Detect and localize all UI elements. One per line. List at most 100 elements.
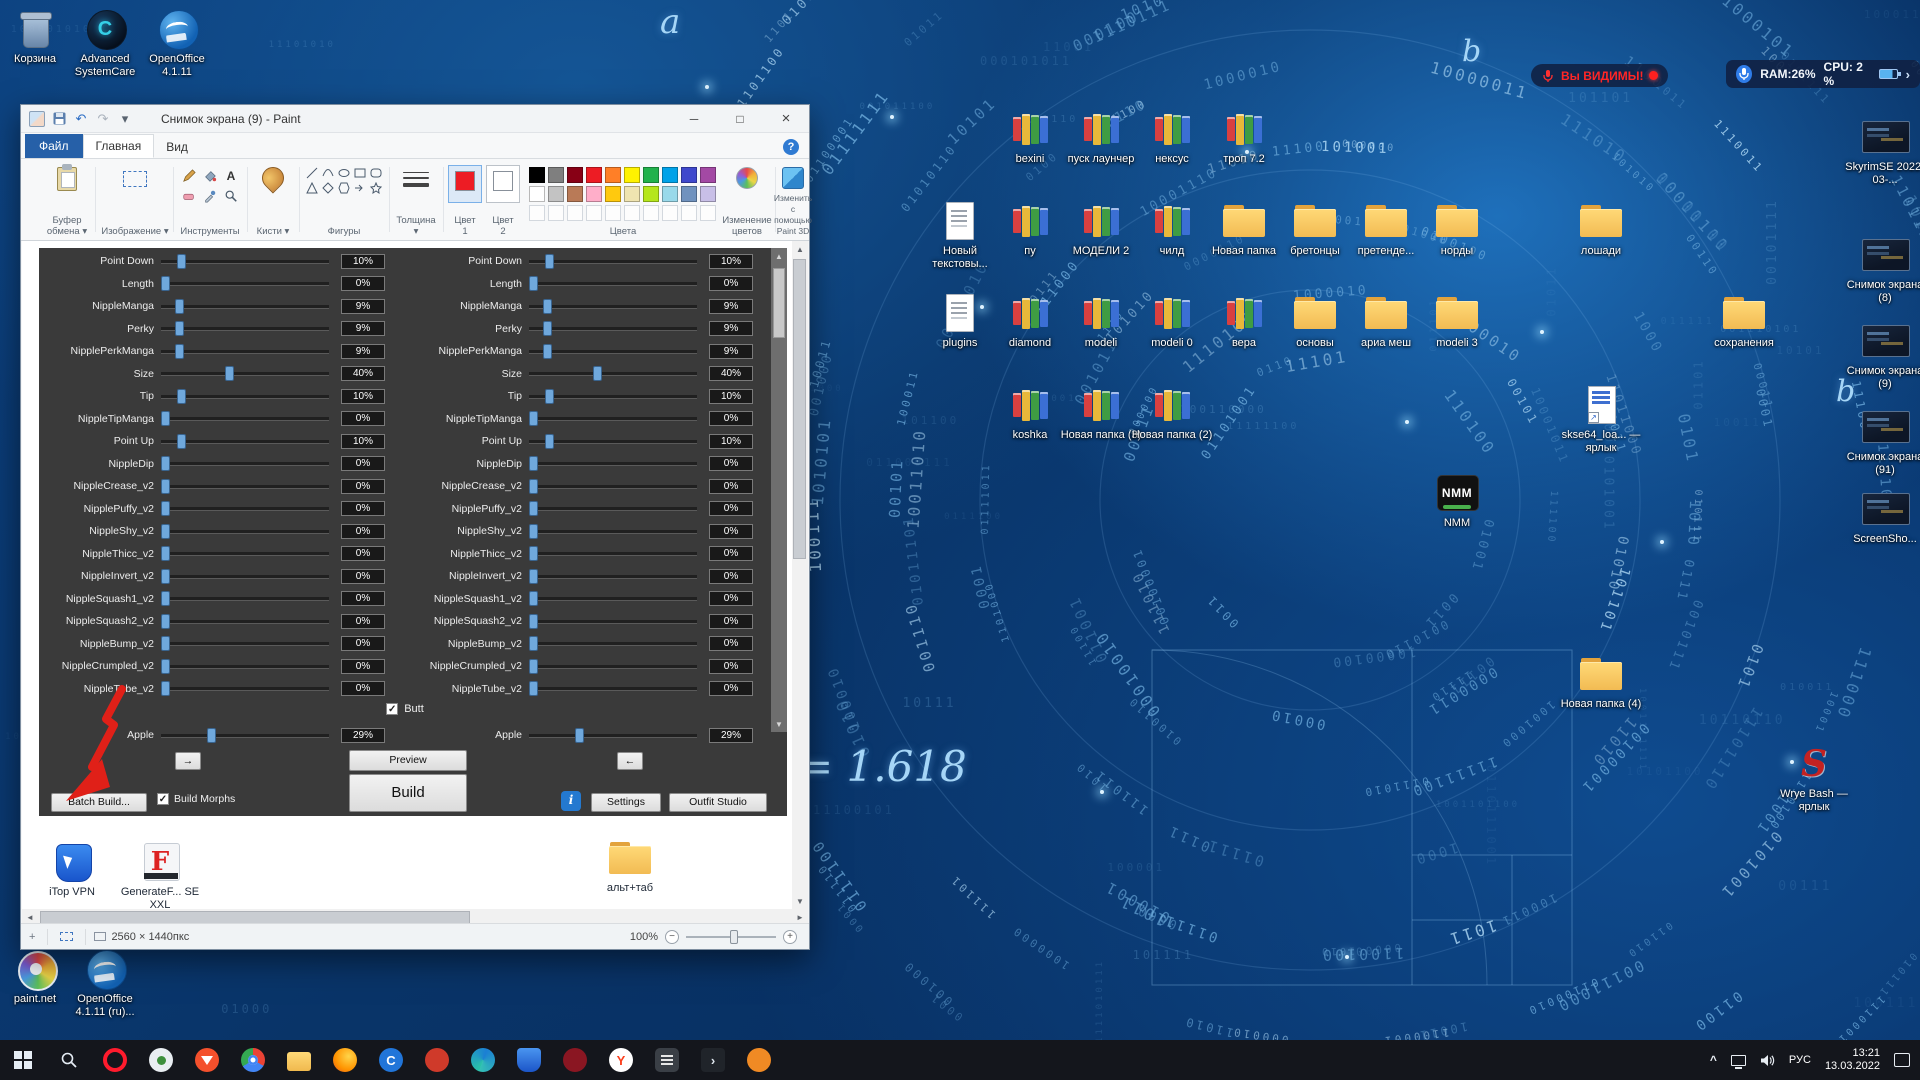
slider-thumb[interactable] bbox=[175, 299, 184, 314]
butt-checkbox[interactable]: ✓ bbox=[386, 703, 398, 715]
paint-canvas[interactable]: Point Down10%Length0%NippleManga9%Perky9… bbox=[22, 241, 794, 909]
shape-icon[interactable] bbox=[369, 181, 384, 195]
settings-button[interactable]: Settings bbox=[591, 793, 661, 812]
slider-thumb[interactable] bbox=[225, 366, 234, 381]
desktop-icon[interactable]: альт+таб bbox=[585, 837, 675, 895]
scroll-down-icon[interactable]: ▼ bbox=[792, 893, 808, 909]
slider-thumb[interactable] bbox=[529, 546, 538, 561]
slider-thumb[interactable] bbox=[161, 591, 170, 606]
palette-swatch[interactable] bbox=[643, 205, 659, 221]
shape-icon[interactable] bbox=[305, 181, 320, 195]
slider-value-field[interactable]: 0% bbox=[709, 681, 753, 696]
slider-thumb[interactable] bbox=[529, 411, 538, 426]
chevron-right-icon[interactable]: › bbox=[1906, 67, 1910, 82]
slider-track[interactable] bbox=[529, 456, 697, 471]
slider-thumb[interactable] bbox=[529, 591, 538, 606]
taskbar-app-app-red[interactable] bbox=[414, 1040, 460, 1080]
text-tool-icon[interactable]: A bbox=[221, 166, 241, 185]
slider-track[interactable] bbox=[161, 614, 329, 629]
language-indicator[interactable]: РУС bbox=[1789, 1054, 1811, 1066]
slider-thumb[interactable] bbox=[545, 434, 554, 449]
shape-icon[interactable] bbox=[353, 181, 368, 195]
scrollbar-thumb[interactable] bbox=[773, 268, 785, 338]
shape-icon[interactable] bbox=[353, 166, 368, 180]
slider-value-field[interactable]: 0% bbox=[341, 591, 385, 606]
bodyslide-scrollbar[interactable]: ▲ ▼ bbox=[771, 248, 787, 732]
slider-thumb[interactable] bbox=[161, 569, 170, 584]
taskbar-app-app-orange[interactable] bbox=[736, 1040, 782, 1080]
slider-track[interactable] bbox=[161, 344, 329, 359]
slider-thumb[interactable] bbox=[177, 389, 186, 404]
slider-thumb[interactable] bbox=[161, 636, 170, 651]
palette-swatch[interactable] bbox=[529, 205, 545, 221]
desktop-icon[interactable]: FGenerateF... SE XXL bbox=[115, 841, 205, 909]
slider-thumb[interactable] bbox=[161, 456, 170, 471]
scroll-down-icon[interactable]: ▼ bbox=[771, 716, 787, 732]
palette-swatch[interactable] bbox=[567, 205, 583, 221]
slider-thumb[interactable] bbox=[575, 728, 584, 743]
desktop-icon[interactable]: Новая папка (2) bbox=[1127, 384, 1217, 442]
edit-colors-group[interactable]: Изменениецветов bbox=[721, 163, 773, 237]
color-picker-icon[interactable] bbox=[200, 186, 220, 205]
slider-track[interactable] bbox=[161, 434, 329, 449]
slider-track[interactable] bbox=[161, 524, 329, 539]
slider-value-field[interactable]: 0% bbox=[709, 546, 753, 561]
slider-track[interactable] bbox=[161, 366, 329, 381]
zoom-slider[interactable] bbox=[686, 936, 776, 938]
taskbar-app-ccleaner[interactable]: C bbox=[368, 1040, 414, 1080]
shape-icon[interactable] bbox=[369, 166, 384, 180]
slider-track[interactable] bbox=[529, 434, 697, 449]
next-preset-button[interactable]: ← bbox=[617, 752, 643, 770]
tab-home[interactable]: Главная bbox=[83, 134, 155, 158]
palette-swatch[interactable] bbox=[548, 167, 564, 183]
maximize-button[interactable]: □ bbox=[717, 105, 763, 132]
slider-value-field[interactable]: 0% bbox=[709, 479, 753, 494]
slider-track[interactable] bbox=[161, 501, 329, 516]
slider-thumb[interactable] bbox=[529, 524, 538, 539]
slider-value-field[interactable]: 10% bbox=[709, 434, 753, 449]
slider-value-field[interactable]: 0% bbox=[341, 659, 385, 674]
slider-value-field[interactable]: 0% bbox=[341, 276, 385, 291]
slider-track[interactable] bbox=[161, 681, 329, 696]
volume-icon[interactable] bbox=[1760, 1054, 1775, 1067]
slider-value-field[interactable]: 0% bbox=[709, 276, 753, 291]
slider-value-field[interactable]: 0% bbox=[341, 479, 385, 494]
scrollbar-thumb[interactable] bbox=[793, 259, 806, 559]
scroll-up-icon[interactable]: ▲ bbox=[771, 248, 787, 264]
slider-thumb[interactable] bbox=[161, 614, 170, 629]
palette-swatch[interactable] bbox=[662, 186, 678, 202]
slider-value-field[interactable]: 0% bbox=[341, 524, 385, 539]
slider-track[interactable] bbox=[529, 254, 697, 269]
slider-track[interactable] bbox=[529, 546, 697, 561]
shapes-group[interactable]: Фигуры bbox=[303, 163, 385, 237]
slider-value-field[interactable]: 0% bbox=[341, 411, 385, 426]
slider-track[interactable] bbox=[529, 389, 697, 404]
palette-swatch[interactable] bbox=[605, 205, 621, 221]
taskbar-app-brave[interactable] bbox=[184, 1040, 230, 1080]
palette-swatch[interactable] bbox=[586, 205, 602, 221]
search-button[interactable] bbox=[46, 1040, 92, 1080]
slider-track[interactable] bbox=[529, 636, 697, 651]
slider-thumb[interactable] bbox=[177, 254, 186, 269]
taskbar-app-yandex[interactable]: Y bbox=[598, 1040, 644, 1080]
slider-thumb[interactable] bbox=[161, 546, 170, 561]
slider-track[interactable] bbox=[529, 321, 697, 336]
slider-thumb[interactable] bbox=[161, 524, 170, 539]
slider-value-field[interactable]: 0% bbox=[709, 411, 753, 426]
slider-value-field[interactable]: 10% bbox=[341, 254, 385, 269]
brushes-group[interactable]: Кисти ▾ bbox=[251, 163, 295, 237]
slider-track[interactable] bbox=[529, 299, 697, 314]
desktop-icon[interactable]: Снимок экрана (91) bbox=[1840, 406, 1920, 477]
slider-value-field[interactable]: 10% bbox=[709, 254, 753, 269]
outfit-studio-button[interactable]: Outfit Studio bbox=[669, 793, 767, 812]
eraser-icon[interactable] bbox=[179, 186, 199, 205]
slider-thumb[interactable] bbox=[529, 479, 538, 494]
shape-icon[interactable] bbox=[305, 166, 320, 180]
slider-thumb[interactable] bbox=[161, 681, 170, 696]
slider-track[interactable] bbox=[529, 344, 697, 359]
palette-swatch[interactable] bbox=[624, 205, 640, 221]
slider-value-field[interactable]: 9% bbox=[341, 344, 385, 359]
palette-swatch[interactable] bbox=[529, 186, 545, 202]
palette-swatch[interactable] bbox=[586, 186, 602, 202]
desktop-icon[interactable]: сохранения bbox=[1699, 292, 1789, 350]
